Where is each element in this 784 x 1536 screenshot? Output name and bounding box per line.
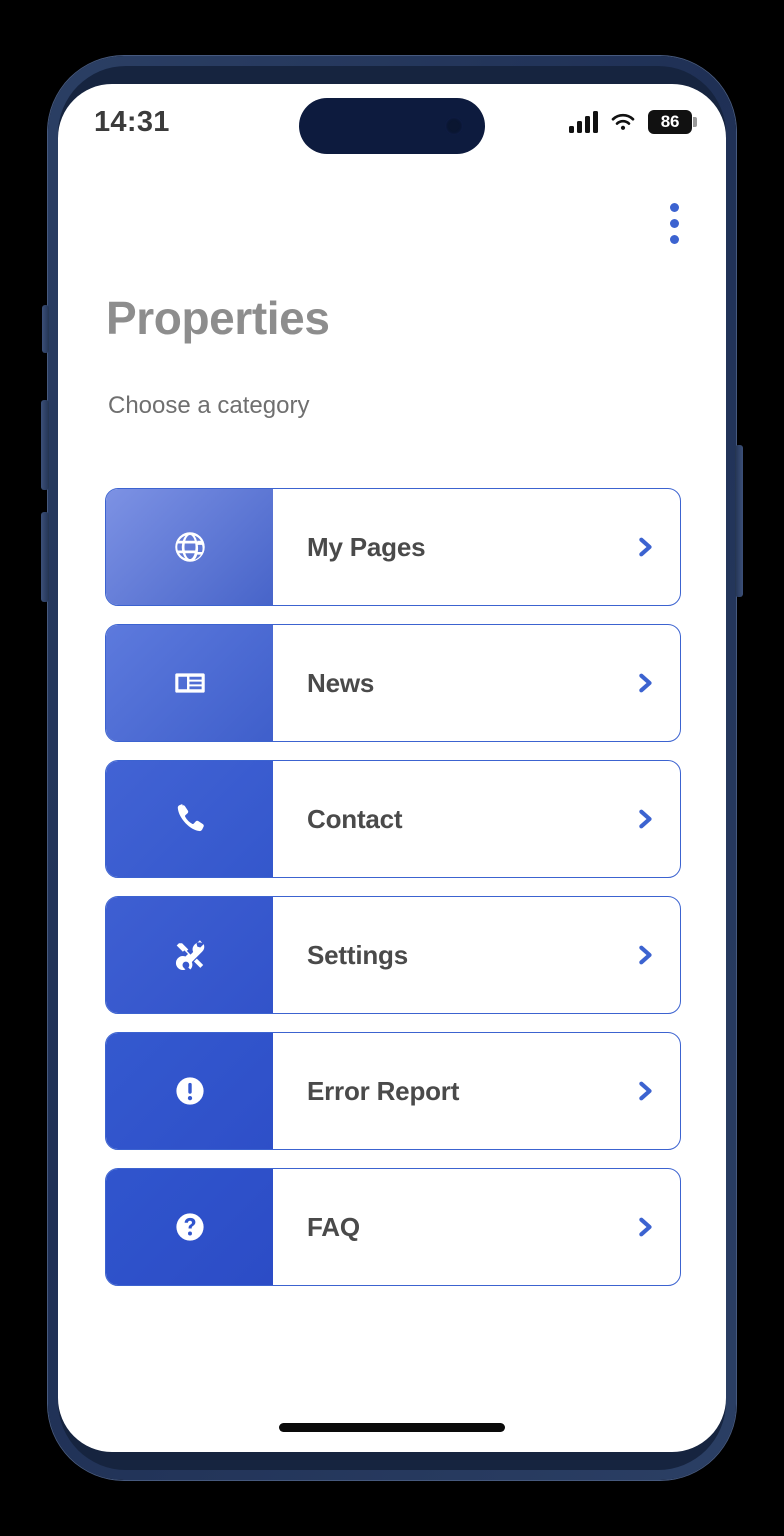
kebab-dot [669, 218, 679, 228]
card-icon-tile [106, 489, 273, 605]
card-label: My Pages [307, 531, 426, 562]
category-list: My Pages News Contact Settings Error Rep… [105, 488, 681, 1286]
status-bar: 14:31 86 [58, 84, 726, 160]
chevron-right-icon[interactable] [610, 897, 680, 1013]
category-card-error-report[interactable]: Error Report [105, 1032, 681, 1150]
phone-screen: 14:31 86 Properties Choose a category My… [58, 84, 726, 1452]
card-label: Error Report [307, 1075, 460, 1106]
help-circle-icon [175, 1213, 204, 1241]
volume-up-button[interactable] [41, 400, 49, 490]
category-card-settings[interactable]: Settings [105, 896, 681, 1014]
card-icon-tile [106, 1033, 273, 1149]
newspaper-icon [174, 673, 205, 693]
screenshot-stage: 14:31 86 Properties Choose a category My… [0, 0, 784, 1536]
chevron-right-icon[interactable] [610, 1169, 680, 1285]
card-label: News [307, 667, 375, 698]
card-icon-tile [106, 897, 273, 1013]
category-card-my-pages[interactable]: My Pages [105, 488, 681, 606]
volume-down-button[interactable] [41, 512, 49, 602]
chevron-right-icon[interactable] [610, 1033, 680, 1149]
card-label: Contact [307, 803, 403, 834]
kebab-dot [669, 234, 679, 244]
battery-percent: 86 [660, 112, 680, 131]
status-indicators: 86 [569, 110, 697, 134]
power-button[interactable] [735, 445, 743, 597]
globe-icon [174, 532, 205, 562]
front-camera-icon [445, 117, 463, 135]
page-subtitle: Choose a category [108, 392, 310, 419]
chevron-right-icon[interactable] [610, 625, 680, 741]
card-icon-tile [106, 761, 273, 877]
card-label: Settings [307, 939, 408, 970]
kebab-dot [669, 202, 679, 212]
silent-switch-button[interactable] [42, 305, 49, 353]
card-label: FAQ [307, 1211, 360, 1242]
signal-bars-icon [569, 111, 598, 133]
dynamic-island [299, 98, 485, 154]
card-icon-tile [106, 1169, 273, 1285]
category-card-contact[interactable]: Contact [105, 760, 681, 878]
page-title: Properties [106, 292, 330, 344]
card-icon-tile [106, 625, 273, 741]
category-card-faq[interactable]: FAQ [105, 1168, 681, 1286]
kebab-menu-icon[interactable] [656, 198, 692, 248]
home-indicator[interactable] [279, 1423, 505, 1432]
chevron-right-icon[interactable] [610, 761, 680, 877]
battery-icon: 86 [648, 110, 697, 134]
category-card-news[interactable]: News [105, 624, 681, 742]
phone-icon [177, 803, 204, 832]
status-time: 14:31 [94, 105, 170, 138]
wifi-icon [611, 113, 635, 130]
tools-icon [175, 940, 204, 970]
chevron-right-icon[interactable] [610, 489, 680, 605]
alert-circle-icon [175, 1077, 204, 1105]
